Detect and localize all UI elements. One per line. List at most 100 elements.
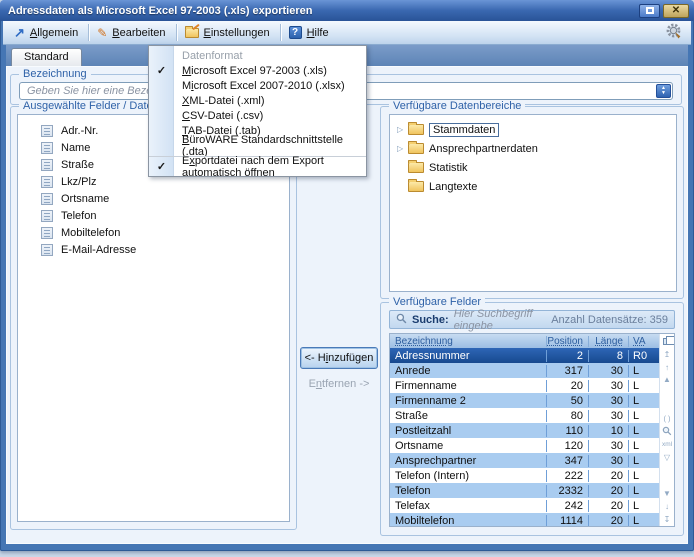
maximize-button[interactable]: [639, 4, 660, 18]
expander-icon[interactable]: ▷: [397, 144, 408, 153]
table-row-anrede[interactable]: Anrede31730L: [390, 363, 659, 378]
cell-bezeichnung: Ansprechpartner: [390, 455, 546, 467]
cell-position: 242: [546, 500, 588, 512]
field-grid-icon: [41, 159, 53, 171]
column-chooser-icon[interactable]: [660, 335, 674, 348]
field-item-label: Telefon: [61, 210, 96, 222]
menu-bearbeiten[interactable]: ✎Bearbeiten: [91, 25, 173, 41]
field-item-label: Adr.-Nr.: [61, 125, 98, 137]
cell-laenge: 30: [588, 455, 628, 467]
tree-item-label: Langtexte: [429, 181, 477, 193]
table-row-mobiltelefon[interactable]: Mobiltelefon111420L: [390, 513, 659, 527]
table-row-postleitzahl[interactable]: Postleitzahl11010L: [390, 423, 659, 438]
menu-item-büroware-standardschnittstelle-dta[interactable]: BüroWARE Standardschnittstelle (.dta): [149, 138, 366, 153]
available-fields-group: Verfügbare Felder Suche: Hier Suchbegrif…: [380, 302, 684, 536]
search-icon: [396, 313, 407, 327]
gear-icon[interactable]: [665, 21, 686, 44]
tree-item-langtexte[interactable]: Langtexte: [390, 177, 676, 196]
cell-position: 120: [546, 440, 588, 452]
field-item-label: Mobiltelefon: [61, 227, 120, 239]
tree-item-label: Stammdaten: [429, 123, 499, 137]
tree-item-statistik[interactable]: Statistik: [390, 158, 676, 177]
field-item-ortsname[interactable]: Ortsname: [18, 190, 289, 207]
table-row-firmenname-2[interactable]: Firmenname 25030L: [390, 393, 659, 408]
menu-separator: [176, 24, 177, 41]
search-placeholder[interactable]: Hier Suchbegriff eingebe: [454, 308, 547, 332]
scroll-bottom-icon[interactable]: ↧: [660, 513, 674, 526]
search-icon[interactable]: [660, 425, 674, 438]
field-item-mobiltelefon[interactable]: Mobiltelefon: [18, 224, 289, 241]
search-bar[interactable]: Suche: Hier Suchbegriff eingebe Anzahl D…: [389, 310, 675, 329]
scroll-top-icon[interactable]: ↥: [660, 348, 674, 361]
bezeichnung-dropdown-button[interactable]: ▲ ▼: [656, 84, 671, 98]
menu-label: Einstellungen: [204, 27, 270, 39]
column-header-position[interactable]: Position: [546, 336, 588, 347]
cell-bezeichnung: Mobiltelefon: [390, 515, 546, 527]
data-areas-tree[interactable]: ▷ Stammdaten ▷Ansprechpartnerdaten Statisti…: [389, 114, 677, 292]
menu-item-exportdatei-nach-dem-export-automatisch-öffnen[interactable]: ✓Exportdatei nach dem Export automatisch…: [149, 159, 366, 174]
brackets-icon[interactable]: ( ): [660, 412, 674, 425]
menu-item-microsoft-excel-2007-2010-xlsx[interactable]: Microsoft Excel 2007-2010 (.xlsx): [149, 78, 366, 93]
menu-hilfe[interactable]: ?Hilfe: [283, 24, 337, 41]
cell-laenge: 30: [588, 380, 628, 392]
sort-up-icon[interactable]: ▲: [660, 373, 674, 386]
tab-standard[interactable]: Standard: [11, 48, 82, 66]
add-button[interactable]: <- Hinzufügen: [300, 347, 378, 369]
cell-laenge: 30: [588, 395, 628, 407]
field-item-telefon[interactable]: Telefon: [18, 207, 289, 224]
table-header[interactable]: Bezeichnung PositionLänge VA: [390, 334, 659, 348]
menu-item-label: Microsoft Excel 2007-2010 (.xlsx): [182, 80, 345, 92]
menu-item-microsoft-excel-97-2003-xls[interactable]: ✓Microsoft Excel 97-2003 (.xls): [149, 63, 366, 78]
column-header-label: Bezeichnung: [395, 336, 453, 347]
insert-down-icon[interactable]: ↓: [660, 500, 674, 513]
bezeichnung-group-label: Bezeichnung: [19, 68, 91, 81]
menu-group-header: Datenformat: [149, 48, 366, 63]
table-row-adressnummer[interactable]: Adressnummer28R0: [390, 348, 659, 363]
menu-allgemein[interactable]: ↗Allgemein: [8, 24, 86, 41]
cell-bezeichnung: Telefax: [390, 500, 546, 512]
edit-pencil-icon: ✎: [97, 27, 107, 39]
field-item-label: Lkz/Plz: [61, 176, 96, 188]
cell-position: 1114: [546, 515, 588, 527]
move-up-icon[interactable]: ↑: [660, 361, 674, 374]
field-item-e-mail-adresse[interactable]: E-Mail-Adresse: [18, 241, 289, 258]
tree-item-ansprechpartnerdaten[interactable]: ▷Ansprechpartnerdaten: [390, 139, 676, 158]
cell-position: 80: [546, 410, 588, 422]
table-row-ansprechpartner[interactable]: Ansprechpartner34730L: [390, 453, 659, 468]
field-item-label: Ortsname: [61, 193, 109, 205]
move-down-icon[interactable]: ▼: [660, 488, 674, 501]
data-areas-group-label: Verfügbare Datenbereiche: [389, 100, 525, 113]
menu-item-xml-datei-xml[interactable]: XML-Datei (.xml): [149, 93, 366, 108]
tree-item-stammdaten[interactable]: ▷ Stammdaten: [390, 120, 676, 139]
cell-laenge: 20: [588, 485, 628, 497]
menu-item-label: Microsoft Excel 97-2003 (.xls): [182, 65, 327, 77]
expander-icon[interactable]: ▷: [397, 125, 408, 134]
table-row-straße[interactable]: Straße8030L: [390, 408, 659, 423]
table-row-telefax[interactable]: Telefax24220L: [390, 498, 659, 513]
cell-va: L: [628, 500, 659, 512]
close-button[interactable]: ✕: [663, 4, 689, 18]
filter-icon[interactable]: ▽: [660, 451, 674, 464]
folder-icon: [408, 143, 424, 154]
table-row-firmenname[interactable]: Firmenname2030L: [390, 378, 659, 393]
menu-item-csv-datei-csv[interactable]: CSV-Datei (.csv): [149, 108, 366, 123]
field-grid-icon: [41, 227, 53, 239]
table-row-telefon[interactable]: Telefon233220L: [390, 483, 659, 498]
column-header-va[interactable]: VA: [628, 336, 659, 347]
column-header-label: VA: [633, 336, 646, 347]
menu-einstellungen[interactable]: Einstellungen: [179, 25, 278, 41]
menu-item-label: Exportdatei nach dem Export automatisch …: [182, 155, 366, 179]
column-header-bezeichnung[interactable]: Bezeichnung: [390, 336, 546, 347]
table-row-ortsname[interactable]: Ortsname12030L: [390, 438, 659, 453]
cell-va: L: [628, 425, 659, 437]
titlebar: Adressdaten als Microsoft Excel 97-2003 …: [0, 0, 694, 21]
cell-laenge: 30: [588, 365, 628, 377]
column-header-länge[interactable]: Länge: [588, 336, 628, 347]
cell-position: 50: [546, 395, 588, 407]
cell-va: L: [628, 380, 659, 392]
tree-item-label: Statistik: [429, 162, 468, 174]
folder-icon: [408, 162, 424, 173]
field-item-label: E-Mail-Adresse: [61, 244, 136, 256]
table-row-telefon-intern[interactable]: Telefon (Intern)22220L: [390, 468, 659, 483]
xml-icon[interactable]: xml: [660, 438, 674, 451]
